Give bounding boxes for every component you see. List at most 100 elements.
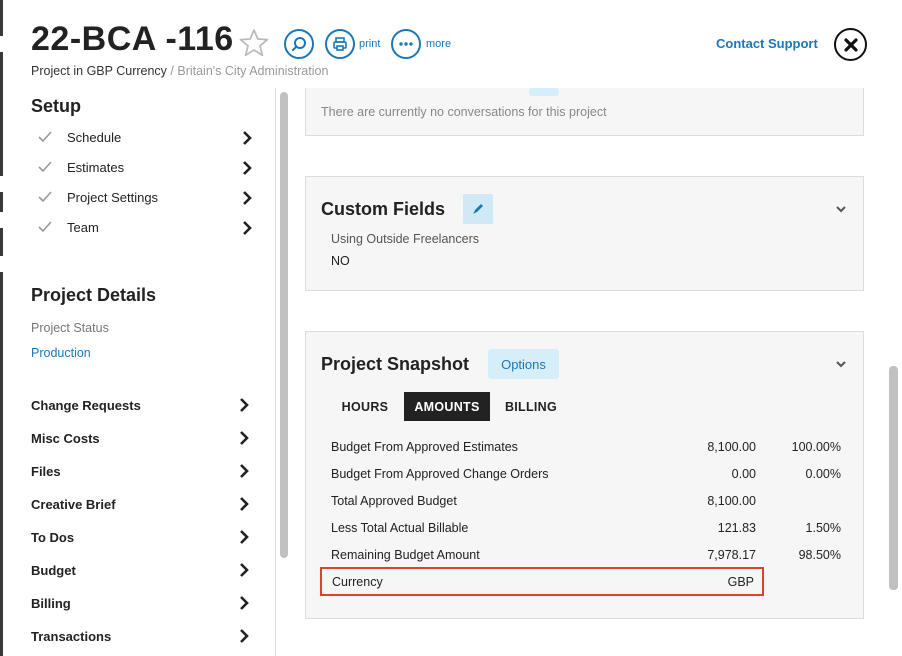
edit-custom-fields-button[interactable]: [463, 194, 493, 224]
main-scrollbar[interactable]: [889, 366, 898, 590]
project-status-label: Project Status: [31, 321, 109, 335]
chevron-down-icon[interactable]: [834, 359, 848, 369]
sidebar-item-change-requests[interactable]: Change Requests: [31, 395, 256, 415]
setup-item-project-settings[interactable]: Project Settings: [37, 188, 257, 208]
tab-billing[interactable]: BILLING: [495, 392, 567, 421]
check-icon: [38, 131, 52, 143]
table-row: Less Total Actual Billable 121.83 1.50%: [331, 518, 841, 538]
setup-item-label: Team: [67, 220, 99, 235]
custom-field-label: Using Outside Freelancers: [331, 232, 479, 246]
chevron-right-icon: [240, 629, 249, 643]
sidebar-divider: [275, 88, 276, 656]
ellipsis-icon: [399, 42, 413, 46]
conversations-panel: There are currently no conversations for…: [305, 88, 864, 136]
row-amount: 7,978.17: [707, 548, 756, 562]
sidebar-item-to-dos[interactable]: To Dos: [31, 527, 256, 547]
chevron-right-icon: [240, 530, 249, 544]
table-row: Remaining Budget Amount 7,978.17 98.50%: [331, 545, 841, 565]
row-label: Budget From Approved Change Orders: [331, 467, 549, 481]
setup-heading: Setup: [31, 96, 82, 116]
table-row: Budget From Approved Estimates 8,100.00 …: [331, 437, 841, 457]
sidebar-item-files[interactable]: Files: [31, 461, 256, 481]
search-icon: [292, 37, 306, 51]
sidebar-item-budget[interactable]: Budget: [31, 560, 256, 580]
chevron-right-icon: [243, 221, 252, 235]
sidebar-item-label: Files: [31, 464, 61, 479]
print-button[interactable]: [325, 29, 355, 59]
star-icon[interactable]: [238, 27, 270, 59]
chevron-right-icon: [240, 497, 249, 511]
row-percent: 1.50%: [805, 521, 841, 535]
search-button[interactable]: [284, 29, 314, 59]
row-label: Budget From Approved Estimates: [331, 440, 518, 454]
main-content: There are currently no conversations for…: [290, 88, 888, 656]
setup-item-label: Estimates: [67, 160, 125, 175]
table-row: Total Approved Budget 8,100.00: [331, 491, 841, 511]
setup-item-label: Schedule: [67, 130, 122, 145]
row-percent: 98.50%: [798, 548, 841, 562]
custom-fields-title: Custom Fields: [321, 199, 446, 219]
project-subtitle: Project in GBP Currency / Britain's City…: [31, 64, 328, 78]
check-icon: [38, 161, 52, 173]
sidebar: Setup Schedule Estimates Project Setting…: [0, 88, 276, 656]
pencil-icon: [473, 204, 483, 214]
contact-support-link[interactable]: Contact Support: [716, 36, 818, 51]
sidebar-item-billing[interactable]: Billing: [31, 593, 256, 613]
close-icon: [843, 37, 858, 52]
row-label: Remaining Budget Amount: [331, 548, 480, 562]
project-details-heading: Project Details: [31, 285, 157, 305]
more-link[interactable]: more: [426, 38, 451, 50]
row-amount: 121.83: [717, 521, 756, 535]
sidebar-item-label: Budget: [31, 563, 76, 578]
check-icon: [38, 221, 52, 233]
chevron-down-icon[interactable]: [834, 204, 848, 214]
project-snapshot-panel: Project Snapshot Options HOURS AMOUNTS B…: [305, 331, 864, 619]
setup-item-label: Project Settings: [67, 190, 159, 205]
table-row: Budget From Approved Change Orders 0.00 …: [331, 464, 841, 484]
sidebar-item-label: Creative Brief: [31, 497, 116, 512]
chevron-right-icon: [240, 431, 249, 445]
sidebar-item-label: Misc Costs: [31, 431, 100, 446]
setup-item-estimates[interactable]: Estimates: [37, 158, 257, 178]
project-status-value[interactable]: Production: [31, 346, 91, 360]
row-percent: 0.00%: [805, 467, 841, 481]
conversations-empty-text: There are currently no conversations for…: [321, 105, 607, 119]
sidebar-scrollbar[interactable]: [280, 92, 288, 558]
sidebar-item-label: Billing: [31, 596, 71, 611]
print-link[interactable]: print: [359, 38, 380, 50]
chevron-right-icon: [240, 596, 249, 610]
sidebar-item-label: To Dos: [31, 530, 75, 545]
currency-value: GBP: [727, 575, 754, 589]
more-button[interactable]: [391, 29, 421, 59]
chevron-right-icon: [243, 161, 252, 175]
tab-hours[interactable]: HOURS: [331, 392, 399, 421]
currency-label: Currency: [332, 575, 383, 589]
row-percent: 100.00%: [791, 440, 841, 454]
currency-row-highlight: Currency GBP: [320, 567, 764, 596]
sidebar-item-label: Transactions: [31, 629, 112, 644]
sidebar-item-transactions[interactable]: Transactions: [31, 626, 256, 646]
chevron-right-icon: [243, 191, 252, 205]
close-button[interactable]: [834, 28, 867, 61]
check-icon: [38, 191, 52, 203]
sidebar-item-label: Change Requests: [31, 398, 141, 413]
chevron-right-icon: [240, 563, 249, 577]
page-title: 22-BCA -116: [31, 20, 234, 58]
row-amount: 8,100.00: [707, 494, 756, 508]
setup-item-team[interactable]: Team: [37, 218, 257, 238]
row-amount: 8,100.00: [707, 440, 756, 454]
tab-amounts[interactable]: AMOUNTS: [404, 392, 490, 421]
sidebar-item-misc-costs[interactable]: Misc Costs: [31, 428, 256, 448]
conversations-add-button[interactable]: [529, 88, 559, 96]
options-button[interactable]: Options: [488, 349, 559, 379]
custom-fields-panel: Custom Fields Using Outside Freelancers …: [305, 176, 864, 291]
chevron-right-icon: [240, 398, 249, 412]
project-header: 22-BCA -116 print more Project in GBP Cu…: [0, 0, 902, 88]
client-name[interactable]: Britain's City Administration: [177, 64, 328, 78]
row-label: Less Total Actual Billable: [331, 521, 469, 535]
sidebar-item-creative-brief[interactable]: Creative Brief: [31, 494, 256, 514]
currency-note: Project in GBP Currency: [31, 64, 167, 78]
custom-field-value: NO: [331, 254, 350, 268]
setup-item-schedule[interactable]: Schedule: [37, 128, 257, 148]
row-label: Total Approved Budget: [331, 494, 457, 508]
